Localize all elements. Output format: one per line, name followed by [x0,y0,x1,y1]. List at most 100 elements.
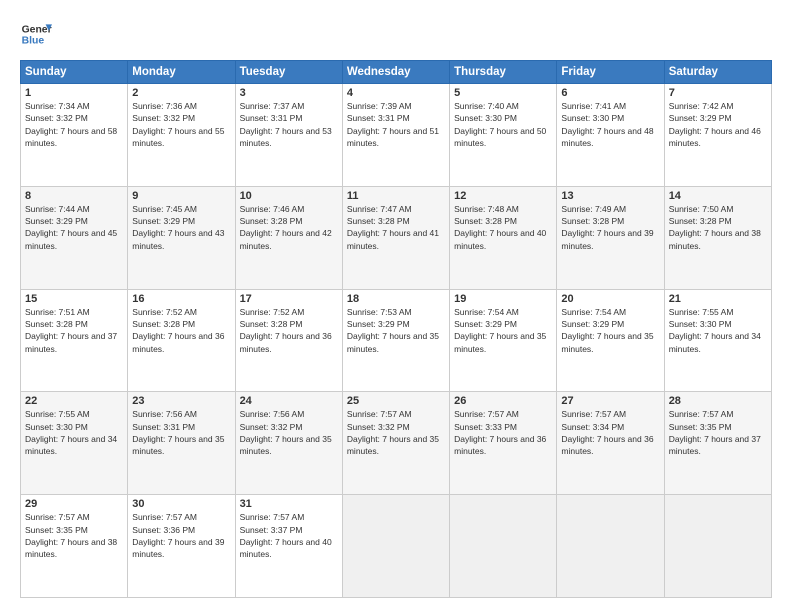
calendar-cell: 19 Sunrise: 7:54 AMSunset: 3:29 PMDaylig… [450,289,557,392]
calendar-cell: 12 Sunrise: 7:48 AMSunset: 3:28 PMDaylig… [450,186,557,289]
day-number: 13 [561,190,659,202]
day-info: Sunrise: 7:52 AMSunset: 3:28 PMDaylight:… [132,307,224,354]
calendar-cell: 11 Sunrise: 7:47 AMSunset: 3:28 PMDaylig… [342,186,449,289]
calendar-cell [450,495,557,598]
logo-icon: General Blue [20,18,52,50]
calendar-cell: 25 Sunrise: 7:57 AMSunset: 3:32 PMDaylig… [342,392,449,495]
calendar-cell: 8 Sunrise: 7:44 AMSunset: 3:29 PMDayligh… [21,186,128,289]
calendar-cell: 13 Sunrise: 7:49 AMSunset: 3:28 PMDaylig… [557,186,664,289]
col-header-sunday: Sunday [21,61,128,84]
day-info: Sunrise: 7:56 AMSunset: 3:31 PMDaylight:… [132,409,224,456]
day-number: 9 [132,190,230,202]
day-info: Sunrise: 7:39 AMSunset: 3:31 PMDaylight:… [347,101,439,148]
calendar-cell: 18 Sunrise: 7:53 AMSunset: 3:29 PMDaylig… [342,289,449,392]
day-number: 8 [25,190,123,202]
calendar-week-4: 22 Sunrise: 7:55 AMSunset: 3:30 PMDaylig… [21,392,772,495]
day-info: Sunrise: 7:41 AMSunset: 3:30 PMDaylight:… [561,101,653,148]
day-info: Sunrise: 7:57 AMSunset: 3:36 PMDaylight:… [132,512,224,559]
day-number: 30 [132,498,230,510]
calendar-cell [557,495,664,598]
logo: General Blue [20,18,52,50]
day-info: Sunrise: 7:57 AMSunset: 3:35 PMDaylight:… [25,512,117,559]
col-header-friday: Friday [557,61,664,84]
calendar-cell: 28 Sunrise: 7:57 AMSunset: 3:35 PMDaylig… [664,392,771,495]
day-info: Sunrise: 7:57 AMSunset: 3:33 PMDaylight:… [454,409,546,456]
day-number: 16 [132,293,230,305]
page: General Blue SundayMondayTuesdayWednesda… [0,0,792,612]
day-number: 4 [347,87,445,99]
calendar-cell: 16 Sunrise: 7:52 AMSunset: 3:28 PMDaylig… [128,289,235,392]
day-info: Sunrise: 7:45 AMSunset: 3:29 PMDaylight:… [132,204,224,251]
day-number: 7 [669,87,767,99]
calendar-cell: 21 Sunrise: 7:55 AMSunset: 3:30 PMDaylig… [664,289,771,392]
calendar-week-2: 8 Sunrise: 7:44 AMSunset: 3:29 PMDayligh… [21,186,772,289]
day-info: Sunrise: 7:49 AMSunset: 3:28 PMDaylight:… [561,204,653,251]
calendar-cell: 5 Sunrise: 7:40 AMSunset: 3:30 PMDayligh… [450,84,557,187]
day-number: 24 [240,395,338,407]
day-info: Sunrise: 7:57 AMSunset: 3:32 PMDaylight:… [347,409,439,456]
day-info: Sunrise: 7:55 AMSunset: 3:30 PMDaylight:… [25,409,117,456]
day-info: Sunrise: 7:57 AMSunset: 3:34 PMDaylight:… [561,409,653,456]
day-info: Sunrise: 7:57 AMSunset: 3:35 PMDaylight:… [669,409,761,456]
day-number: 28 [669,395,767,407]
calendar-cell: 3 Sunrise: 7:37 AMSunset: 3:31 PMDayligh… [235,84,342,187]
day-info: Sunrise: 7:53 AMSunset: 3:29 PMDaylight:… [347,307,439,354]
calendar-cell: 26 Sunrise: 7:57 AMSunset: 3:33 PMDaylig… [450,392,557,495]
day-info: Sunrise: 7:48 AMSunset: 3:28 PMDaylight:… [454,204,546,251]
day-number: 11 [347,190,445,202]
day-info: Sunrise: 7:51 AMSunset: 3:28 PMDaylight:… [25,307,117,354]
day-number: 20 [561,293,659,305]
day-info: Sunrise: 7:56 AMSunset: 3:32 PMDaylight:… [240,409,332,456]
day-info: Sunrise: 7:54 AMSunset: 3:29 PMDaylight:… [454,307,546,354]
calendar-cell: 4 Sunrise: 7:39 AMSunset: 3:31 PMDayligh… [342,84,449,187]
calendar-cell: 23 Sunrise: 7:56 AMSunset: 3:31 PMDaylig… [128,392,235,495]
calendar-cell: 20 Sunrise: 7:54 AMSunset: 3:29 PMDaylig… [557,289,664,392]
day-number: 18 [347,293,445,305]
calendar-cell: 10 Sunrise: 7:46 AMSunset: 3:28 PMDaylig… [235,186,342,289]
calendar-header-row: SundayMondayTuesdayWednesdayThursdayFrid… [21,61,772,84]
calendar-cell: 27 Sunrise: 7:57 AMSunset: 3:34 PMDaylig… [557,392,664,495]
day-number: 25 [347,395,445,407]
col-header-monday: Monday [128,61,235,84]
day-number: 14 [669,190,767,202]
calendar-week-3: 15 Sunrise: 7:51 AMSunset: 3:28 PMDaylig… [21,289,772,392]
day-number: 10 [240,190,338,202]
calendar-cell: 29 Sunrise: 7:57 AMSunset: 3:35 PMDaylig… [21,495,128,598]
day-number: 31 [240,498,338,510]
calendar-cell: 6 Sunrise: 7:41 AMSunset: 3:30 PMDayligh… [557,84,664,187]
calendar-cell: 14 Sunrise: 7:50 AMSunset: 3:28 PMDaylig… [664,186,771,289]
day-number: 19 [454,293,552,305]
calendar-cell: 31 Sunrise: 7:57 AMSunset: 3:37 PMDaylig… [235,495,342,598]
day-info: Sunrise: 7:55 AMSunset: 3:30 PMDaylight:… [669,307,761,354]
header: General Blue [20,18,772,50]
calendar-cell: 9 Sunrise: 7:45 AMSunset: 3:29 PMDayligh… [128,186,235,289]
calendar-cell [664,495,771,598]
calendar-cell: 2 Sunrise: 7:36 AMSunset: 3:32 PMDayligh… [128,84,235,187]
day-info: Sunrise: 7:47 AMSunset: 3:28 PMDaylight:… [347,204,439,251]
day-info: Sunrise: 7:42 AMSunset: 3:29 PMDaylight:… [669,101,761,148]
day-info: Sunrise: 7:50 AMSunset: 3:28 PMDaylight:… [669,204,761,251]
day-info: Sunrise: 7:37 AMSunset: 3:31 PMDaylight:… [240,101,332,148]
day-number: 27 [561,395,659,407]
calendar-week-1: 1 Sunrise: 7:34 AMSunset: 3:32 PMDayligh… [21,84,772,187]
day-info: Sunrise: 7:52 AMSunset: 3:28 PMDaylight:… [240,307,332,354]
calendar-week-5: 29 Sunrise: 7:57 AMSunset: 3:35 PMDaylig… [21,495,772,598]
col-header-tuesday: Tuesday [235,61,342,84]
day-info: Sunrise: 7:40 AMSunset: 3:30 PMDaylight:… [454,101,546,148]
calendar-cell: 24 Sunrise: 7:56 AMSunset: 3:32 PMDaylig… [235,392,342,495]
calendar-cell: 22 Sunrise: 7:55 AMSunset: 3:30 PMDaylig… [21,392,128,495]
day-number: 5 [454,87,552,99]
day-number: 2 [132,87,230,99]
day-number: 22 [25,395,123,407]
calendar-cell: 30 Sunrise: 7:57 AMSunset: 3:36 PMDaylig… [128,495,235,598]
calendar-table: SundayMondayTuesdayWednesdayThursdayFrid… [20,60,772,598]
day-number: 15 [25,293,123,305]
day-number: 29 [25,498,123,510]
day-info: Sunrise: 7:57 AMSunset: 3:37 PMDaylight:… [240,512,332,559]
day-number: 26 [454,395,552,407]
calendar-cell [342,495,449,598]
day-info: Sunrise: 7:34 AMSunset: 3:32 PMDaylight:… [25,101,117,148]
day-number: 6 [561,87,659,99]
day-info: Sunrise: 7:36 AMSunset: 3:32 PMDaylight:… [132,101,224,148]
day-info: Sunrise: 7:46 AMSunset: 3:28 PMDaylight:… [240,204,332,251]
